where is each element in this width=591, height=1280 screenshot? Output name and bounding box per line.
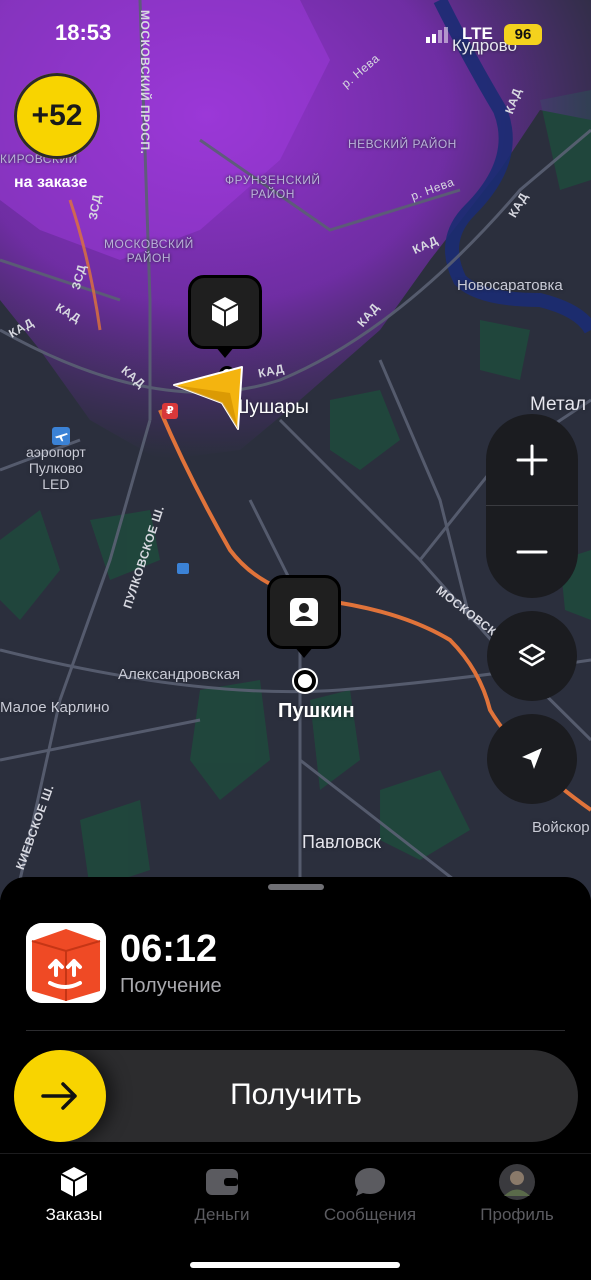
sheet-divider: [26, 1030, 565, 1031]
home-indicator: [190, 1262, 400, 1268]
tab-messages[interactable]: Сообщения: [296, 1163, 444, 1225]
district-nevsky: НЕВСКИЙ РАЙОН: [348, 137, 457, 151]
arrow-right-icon: [41, 1082, 77, 1110]
transit-icon: [177, 563, 189, 574]
sheet-grabber[interactable]: [268, 884, 324, 890]
place-pavlovsk: Павловск: [302, 832, 382, 852]
place-pushkin: Пушкин: [278, 700, 355, 722]
box-icon: [211, 297, 239, 327]
place-aleksandrovskaya: Александровская: [118, 666, 241, 683]
zoom-out-button[interactable]: [486, 506, 578, 598]
receive-slider-knob[interactable]: [14, 1050, 106, 1142]
place-maloe-karlino: Малое Карлино: [0, 699, 110, 716]
tab-label: Деньги: [194, 1205, 250, 1224]
bonus-badge[interactable]: +52: [14, 73, 100, 159]
signal-icon: [426, 27, 448, 43]
place-voyskor: Войскор: [532, 819, 590, 836]
chat-bubble-icon: [355, 1168, 385, 1196]
pickup-pin[interactable]: [188, 275, 262, 358]
map-view[interactable]: КИРОВСКИЙ НЕВСКИЙ РАЙОН ФРУНЗЕНСКИЙ РАЙО…: [0, 0, 591, 900]
tab-money[interactable]: Деньги: [148, 1163, 296, 1225]
zoom-control: [486, 414, 578, 598]
dropoff-pin[interactable]: [267, 575, 341, 658]
battery-indicator: 96: [504, 24, 542, 45]
district-frunzensky: ФРУНЗЕНСКИЙ РАЙОН: [225, 173, 321, 201]
locate-button[interactable]: [487, 714, 577, 804]
status-time: 18:53: [55, 20, 112, 45]
dropoff-point: [294, 670, 316, 692]
receive-slider-label: Получить: [230, 1078, 362, 1111]
airplane-icon: [52, 427, 70, 445]
tab-label: Сообщения: [323, 1205, 417, 1224]
order-app-icon: [26, 923, 106, 1003]
order-timer: 06:12: [120, 928, 218, 970]
location-arrow-icon: [522, 748, 542, 769]
navigation-arrow-icon: [173, 366, 243, 430]
plus-icon: [516, 444, 548, 476]
road-label-moskovsky-prosp: МОСКОВСКИЙ ПРОСП.: [138, 10, 152, 155]
person-icon: [290, 598, 318, 626]
layers-button[interactable]: [487, 611, 577, 701]
layers-icon: [518, 643, 546, 667]
order-status: Получение: [120, 975, 222, 997]
place-metal: Метал: [530, 394, 587, 415]
bonus-caption: на заказе: [14, 174, 88, 191]
tab-label: Профиль: [480, 1205, 554, 1224]
box-icon: [60, 1167, 88, 1197]
tab-label: Заказы: [45, 1205, 103, 1224]
tabbar-divider: [0, 1153, 591, 1154]
zoom-in-button[interactable]: [486, 414, 578, 506]
wallet-icon: [206, 1169, 238, 1195]
tab-orders[interactable]: Заказы: [0, 1163, 148, 1225]
tab-profile[interactable]: Профиль: [443, 1163, 591, 1225]
network-type: LTE: [462, 24, 493, 43]
place-novosaratovka: Новосаратовка: [457, 277, 563, 294]
avatar: [499, 1164, 535, 1200]
minus-icon: [516, 550, 548, 554]
district-moskovsky: МОСКОВСКИЙ РАЙОН: [104, 237, 194, 265]
place-airport: аэропорт Пулково LED: [26, 444, 86, 492]
parcel-icon: [26, 923, 106, 1003]
